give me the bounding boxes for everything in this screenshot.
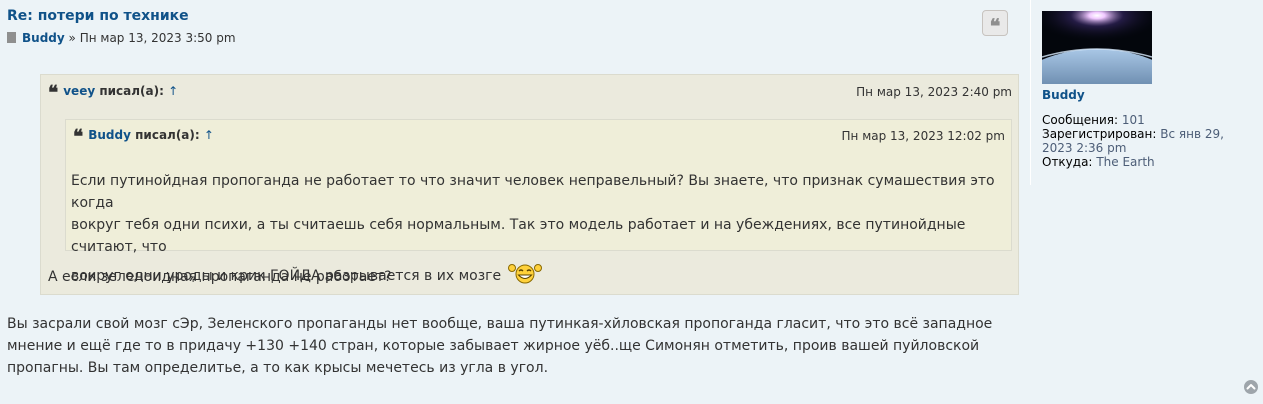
profile-registered: Зарегистрирован: Вс янв 29, 2023 2:36 pm (1042, 127, 1247, 155)
profile-info: Сообщения: 101 Зарегистрирован: Вс янв 2… (1042, 113, 1247, 169)
profile-posts: Сообщения: 101 (1042, 113, 1247, 127)
outer-quote-source-arrow[interactable]: ↑ (168, 84, 178, 98)
nested-quote-source-arrow[interactable]: ↑ (204, 128, 214, 142)
outer-quote: ❝ veey писал(а): ↑ Пн мар 13, 2023 2:40 p… (40, 74, 1019, 295)
profile-posts-label: Сообщения: (1042, 113, 1119, 127)
profile-posts-count[interactable]: 101 (1122, 113, 1145, 127)
quote-icon: ❝ (989, 14, 1001, 38)
quote-icon: ❝ (73, 126, 84, 148)
author-separator: » (68, 31, 76, 45)
nested-quote-cite: ❝ Buddy писал(а): ↑ (73, 126, 214, 148)
outer-quote-wrote: писал(а): (99, 84, 164, 98)
nested-quote-user-link[interactable]: Buddy (88, 128, 131, 142)
post-content-line: мнение и ещё где то в придачу +130 +140 … (7, 338, 980, 354)
nested-quote-date: Пн мар 13, 2023 12:02 pm (841, 129, 1005, 143)
profile-location: Откуда: The Earth (1042, 155, 1247, 169)
quote-button[interactable]: ❝ (982, 10, 1008, 38)
back-to-top-button[interactable] (1244, 380, 1258, 394)
post-content-line: пропагны. Вы там определитье, а то как к… (7, 360, 549, 376)
profile-location-label: Откуда: (1042, 155, 1093, 169)
outer-quote-text: А если зеленоидная пропаганда не работае… (48, 269, 392, 285)
post-date: Пн мар 13, 2023 3:50 pm (79, 31, 236, 45)
post-content: Вы засрали свой мозг сЭр, Зеленского про… (7, 313, 1007, 379)
document-icon[interactable] (7, 32, 16, 43)
outer-quote-user-link[interactable]: veey (63, 84, 95, 98)
nested-quote-line: вокруг тебя одни психи, а ты считаешь се… (71, 217, 966, 255)
chevron-up-icon (1246, 384, 1256, 390)
forum-post: Re: потери по технике Buddy » Пн мар 13,… (0, 0, 1263, 404)
quote-icon: ❝ (48, 82, 59, 104)
profile-location-value: The Earth (1096, 155, 1155, 169)
avatar[interactable] (1042, 11, 1152, 84)
outer-quote-cite: ❝ veey писал(а): ↑ (48, 82, 178, 104)
profile-registered-label: Зарегистрирован: (1042, 127, 1157, 141)
nested-quote-wrote: писал(а): (135, 128, 200, 142)
outer-quote-date: Пн мар 13, 2023 2:40 pm (856, 85, 1012, 99)
post-title-link[interactable]: Re: потери по технике (7, 8, 189, 24)
profile-username-link[interactable]: Buddy (1042, 88, 1085, 102)
nested-quote-line: Если путинойдная пропоганда не работает … (71, 173, 995, 211)
post-author-link[interactable]: Buddy (22, 31, 65, 45)
post-author-line: Buddy » Пн мар 13, 2023 3:50 pm (7, 31, 236, 45)
nested-quote: ❝ Buddy писал(а): ↑ Пн мар 13, 2023 12:02… (65, 119, 1012, 284)
post-content-line: Вы засрали свой мозг сЭр, Зеленского про… (7, 316, 993, 332)
post-profile: Buddy Сообщения: 101 Зарегистрирован: Вс… (1030, 0, 1263, 185)
